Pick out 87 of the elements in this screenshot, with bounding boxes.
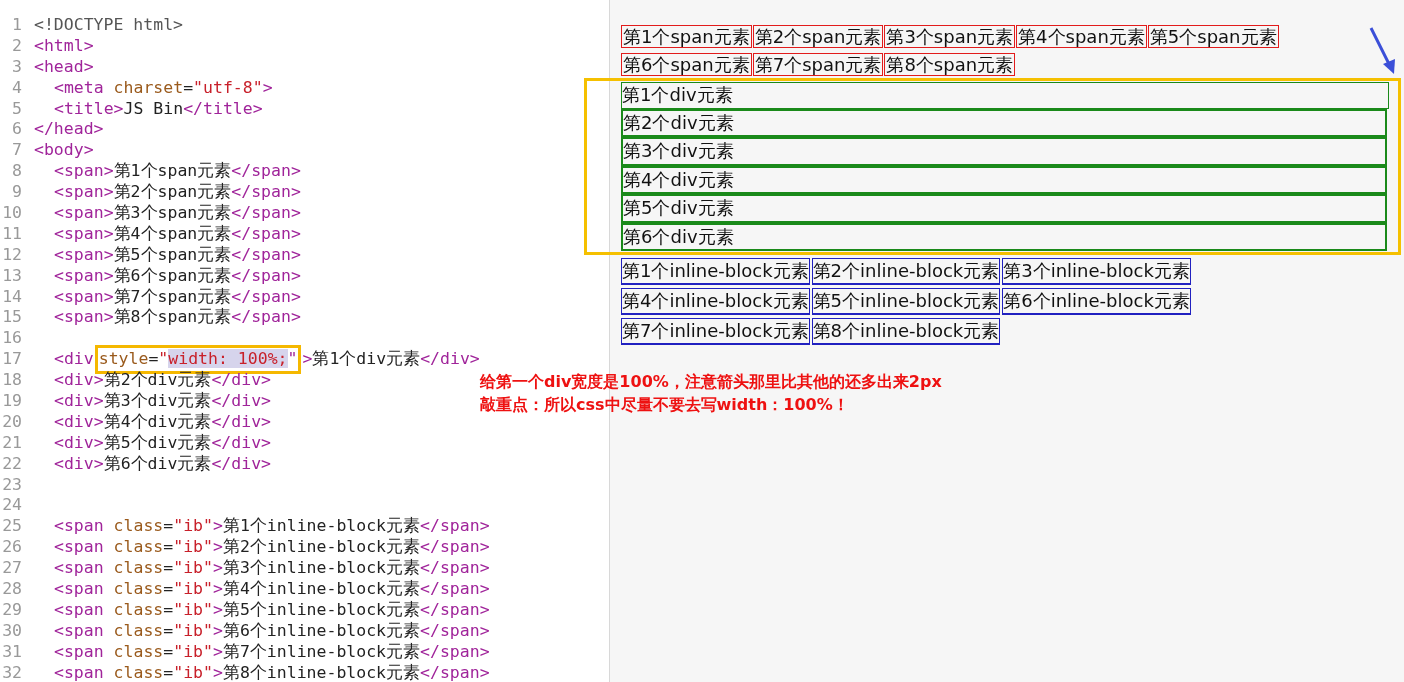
- inline-block-element: 第6个inline-block元素: [1002, 288, 1191, 315]
- div-element: 第5个div元素: [621, 194, 1387, 223]
- line-number: 14: [1, 286, 22, 308]
- annotation-text: 敲重点：所以css中尽量不要去写width：100%！: [480, 394, 850, 416]
- code-line: </head>: [34, 119, 104, 141]
- code-line: <span class="ib">第7个inline-block元素</span>: [54, 641, 490, 663]
- inline-block-element: 第7个inline-block元素: [621, 318, 810, 345]
- line-number: 19: [1, 391, 22, 412]
- code-line: <span class="ib">第8个inline-block元素</span>: [54, 662, 490, 682]
- div-element: 第6个div元素: [621, 222, 1387, 251]
- span-element: 第3个span元素: [884, 25, 1016, 48]
- line-number: 13: [1, 265, 22, 287]
- span-element: 第5个span元素: [1147, 25, 1279, 48]
- span-element: 第4个span元素: [1016, 25, 1147, 48]
- line-number: 1: [11, 15, 22, 36]
- inline-block-element: 第5个inline-block元素: [811, 288, 1001, 315]
- line-number: 3: [11, 56, 22, 78]
- code-line: <div>第4个div元素</div>: [54, 411, 272, 433]
- span-element: 第8个span元素: [884, 53, 1016, 76]
- line-number: 16: [1, 328, 22, 350]
- line-number: 23: [1, 474, 22, 496]
- line-number: 29: [1, 599, 22, 621]
- line-number: 17: [1, 349, 22, 371]
- code-line: <span class="ib">第3个inline-block元素</span>: [54, 558, 490, 580]
- line-number: 4: [11, 77, 22, 99]
- line-number: 22: [1, 453, 22, 475]
- div-element: 第2个div元素: [621, 108, 1387, 137]
- inline-block-element: 第2个inline-block元素: [811, 258, 1001, 285]
- line-number: 31: [1, 641, 22, 663]
- code-line: <span class="ib">第2个inline-block元素</span>: [54, 537, 490, 559]
- code-line: <span>第5个span元素</span>: [54, 244, 301, 266]
- line-number: 8: [11, 161, 22, 183]
- code-line: <div>第2个div元素</div>: [54, 370, 272, 392]
- code-line: <!DOCTYPE html>: [34, 15, 183, 36]
- code-line: <span>第2个span元素</span>: [54, 182, 301, 203]
- inline-block-element: 第3个inline-block元素: [1002, 258, 1191, 285]
- line-number: 20: [1, 411, 22, 433]
- span-element: 第7个span元素: [752, 53, 884, 76]
- span-element: 第6个span元素: [621, 53, 752, 76]
- code-line: <span>第1个span元素</span>: [54, 161, 301, 183]
- line-number: 15: [1, 307, 22, 329]
- code-line: <span>第8个span元素</span>: [54, 307, 301, 329]
- line-number: 27: [1, 558, 22, 580]
- line-number: 24: [1, 495, 22, 517]
- code-line: <span>第6个span元素</span>: [54, 265, 301, 287]
- line-number: 26: [1, 537, 22, 559]
- line-number: 28: [1, 579, 22, 600]
- annotation-text: 给第一个div宽度是100%，注意箭头那里比其他的还多出来2px: [480, 371, 942, 393]
- line-number: 10: [1, 203, 22, 224]
- code-line: <head>: [34, 56, 94, 78]
- arrow-icon: [1368, 26, 1398, 76]
- line-number: 5: [11, 98, 22, 120]
- code-line: <title>JS Bin</title>: [54, 98, 263, 120]
- line-number: 6: [11, 119, 22, 141]
- code-line: <div>第5个div元素</div>: [54, 432, 272, 454]
- line-number: 11: [1, 223, 22, 245]
- code-line: <span class="ib">第1个inline-block元素</span>: [54, 516, 490, 538]
- div-element: 第4个div元素: [621, 165, 1387, 194]
- line-number: 32: [1, 662, 22, 682]
- line-number: 7: [11, 140, 22, 162]
- line-number: 30: [1, 620, 22, 642]
- code-line: <span>第3个span元素</span>: [54, 203, 301, 224]
- line-number: 25: [1, 516, 22, 538]
- div-element: 第3个div元素: [621, 137, 1387, 166]
- line-number: 12: [1, 244, 22, 266]
- code-line: <span class="ib">第6个inline-block元素</span>: [54, 620, 490, 642]
- code-line: <span>第4个span元素</span>: [54, 223, 301, 245]
- code-text: <div: [54, 349, 94, 371]
- code-line: <meta charset="utf-8">: [54, 77, 273, 99]
- inline-block-element: 第1个inline-block元素: [621, 258, 810, 285]
- code-text: >第1个div元素</div>: [302, 349, 480, 371]
- line-number: 21: [1, 432, 22, 454]
- line-number: 18: [1, 370, 22, 392]
- inline-block-element: 第4个inline-block元素: [621, 288, 810, 315]
- code-line: <html>: [34, 35, 94, 57]
- span-element: 第2个span元素: [752, 25, 884, 48]
- code-line: <div>第3个div元素</div>: [54, 391, 272, 412]
- code-line: <span class="ib">第4个inline-block元素</span>: [54, 579, 490, 600]
- code-line: <span class="ib">第5个inline-block元素</span>: [54, 599, 490, 621]
- inline-block-element: 第8个inline-block元素: [811, 318, 1001, 345]
- div-element: 第1个div元素: [621, 82, 1389, 109]
- code-line: <span>第7个span元素</span>: [54, 286, 301, 308]
- code-line: <body>: [34, 140, 94, 162]
- line-number: 9: [11, 182, 22, 203]
- line-number: 2: [11, 35, 22, 57]
- code-line: <div>第6个div元素</div>: [54, 453, 272, 475]
- span-element: 第1个span元素: [621, 25, 752, 48]
